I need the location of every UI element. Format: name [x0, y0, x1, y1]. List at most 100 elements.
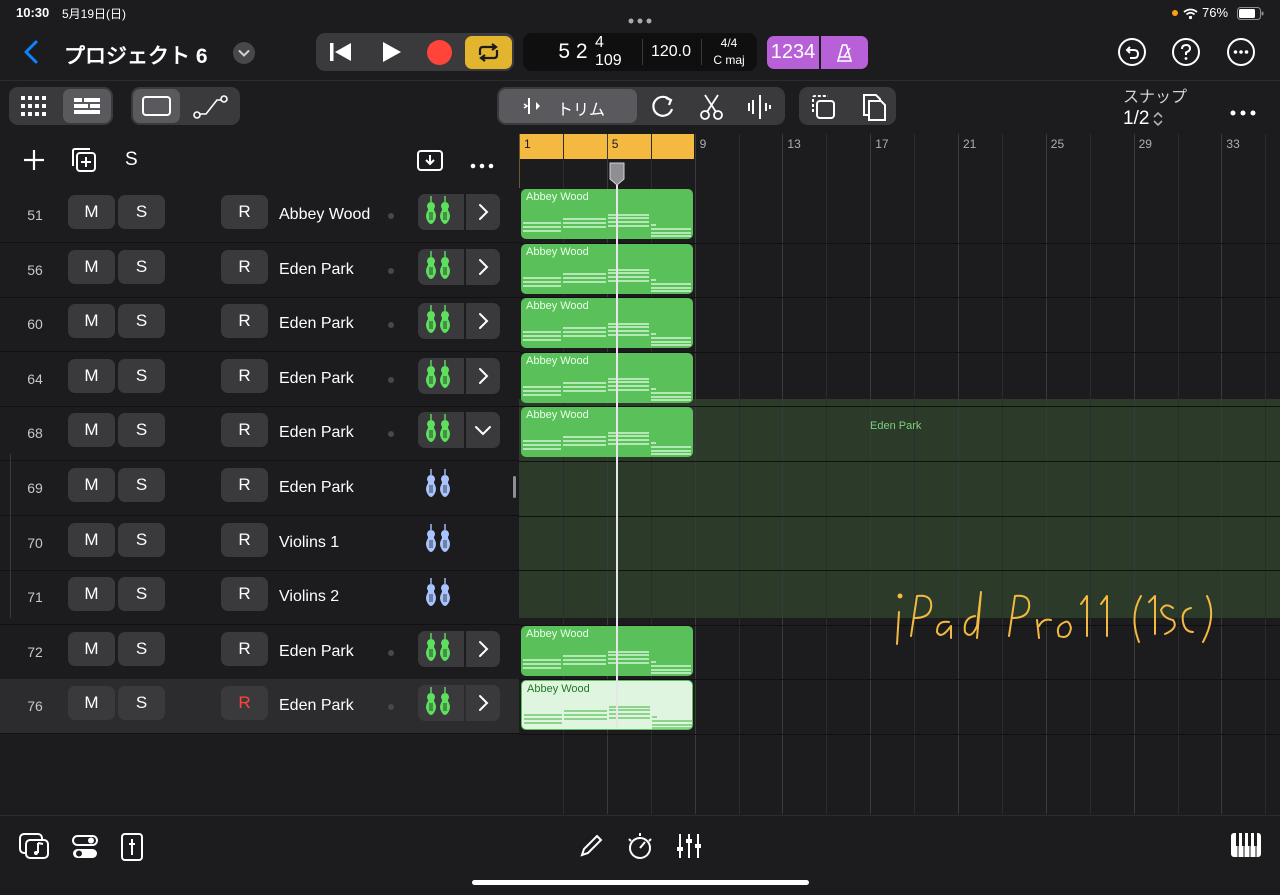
violin-instrument-icon[interactable] — [418, 576, 464, 612]
record-icon[interactable] — [427, 40, 452, 65]
track-row[interactable]: 76 M S R Eden Park — [0, 679, 519, 735]
solo-button[interactable]: S — [118, 413, 165, 448]
track-detail-chevron-icon[interactable] — [466, 248, 500, 285]
solo-button[interactable]: S — [118, 522, 165, 557]
track-name[interactable]: Violins 1 — [279, 516, 339, 570]
midi-region[interactable]: Abbey Wood — [521, 407, 693, 458]
lcd-display[interactable]: 5 2 4 109 120.0 4/4 C maj — [523, 33, 757, 71]
global-solo-button[interactable]: S — [125, 149, 138, 171]
browser-icon[interactable] — [18, 832, 50, 865]
snap-value-selector[interactable]: 1/2 — [1123, 108, 1149, 130]
solo-button[interactable]: S — [118, 577, 165, 612]
automation-curve-icon[interactable] — [192, 94, 230, 125]
track-row[interactable]: 51 M S R Abbey Wood — [0, 188, 519, 243]
mute-button[interactable]: M — [68, 468, 115, 502]
track-row[interactable]: 56 M S R Eden Park — [0, 243, 519, 298]
solo-button[interactable]: S — [118, 686, 165, 721]
record-enable-button[interactable]: R — [221, 468, 268, 502]
add-track-icon[interactable] — [22, 148, 46, 177]
mute-button[interactable]: M — [68, 631, 115, 666]
folder-collapse-chevron-icon[interactable] — [466, 412, 500, 449]
solo-button[interactable]: S — [118, 249, 165, 284]
track-header-more-icon[interactable] — [470, 157, 494, 175]
violin-instrument-icon[interactable] — [418, 194, 464, 230]
violin-instrument-icon[interactable] — [418, 357, 464, 394]
loop-tool-icon[interactable] — [648, 93, 678, 126]
track-name[interactable]: Eden Park — [279, 625, 354, 679]
violin-instrument-icon[interactable] — [418, 685, 464, 722]
mute-button[interactable]: M — [68, 358, 115, 393]
split-at-playhead-icon[interactable] — [745, 92, 775, 127]
import-icon[interactable] — [416, 147, 444, 178]
record-enable-button[interactable]: R — [221, 358, 268, 393]
record-enable-button[interactable]: R — [221, 413, 268, 448]
track-row[interactable]: 72 M S R Eden Park — [0, 625, 519, 680]
midi-region[interactable]: Abbey Wood — [521, 189, 693, 239]
copy-region-icon[interactable] — [809, 92, 839, 127]
track-detail-chevron-icon[interactable] — [466, 630, 500, 667]
undo-icon[interactable] — [1117, 37, 1147, 72]
playhead-line[interactable] — [616, 178, 618, 728]
track-name[interactable]: Eden Park — [279, 461, 354, 515]
solo-button[interactable]: S — [118, 631, 165, 666]
track-name[interactable]: Eden Park — [279, 406, 354, 460]
record-enable-button[interactable]: R — [221, 577, 268, 612]
track-row[interactable]: 70 M S R Violins 1 — [0, 516, 519, 571]
track-row[interactable]: 60 M S R Eden Park — [0, 297, 519, 353]
scissors-icon[interactable] — [697, 92, 727, 127]
home-indicator[interactable] — [472, 880, 809, 885]
solo-button[interactable]: S — [118, 468, 165, 502]
go-to-beginning-icon[interactable] — [327, 40, 355, 69]
track-name[interactable]: Eden Park — [279, 297, 354, 351]
track-row[interactable]: 71 M S R Violins 2 — [0, 570, 519, 626]
solo-button[interactable]: S — [118, 358, 165, 393]
track-list-scrollbar[interactable] — [513, 476, 516, 498]
live-loops-grid-icon[interactable] — [21, 96, 47, 121]
record-enable-button[interactable]: R — [221, 249, 268, 284]
track-row[interactable]: 68 M S R Eden Park — [0, 406, 519, 462]
mute-button[interactable]: M — [68, 413, 115, 448]
midi-region[interactable]: Abbey Wood — [521, 680, 693, 731]
pencil-icon[interactable] — [578, 833, 604, 864]
mute-button[interactable]: M — [68, 195, 115, 229]
cycle-icon[interactable] — [465, 36, 512, 69]
playhead-handle[interactable] — [608, 161, 626, 192]
project-menu-chevron-icon[interactable] — [233, 42, 255, 64]
smart-controls-icon[interactable] — [625, 831, 655, 866]
track-name[interactable]: Eden Park — [279, 352, 354, 406]
track-detail-chevron-icon[interactable] — [466, 357, 500, 394]
multitasking-dots-icon[interactable] — [628, 11, 652, 24]
violin-instrument-icon[interactable] — [418, 412, 464, 449]
ruler[interactable] — [519, 134, 1280, 188]
metronome-icon[interactable] — [821, 36, 868, 69]
track-row[interactable]: 64 M S R Eden Park — [0, 352, 519, 407]
track-row[interactable]: 69 M S R Eden Park — [0, 461, 519, 516]
tracks-view-button[interactable] — [63, 89, 111, 123]
midi-region[interactable]: Abbey Wood — [521, 625, 693, 676]
mute-button[interactable]: M — [68, 577, 115, 612]
track-detail-chevron-icon[interactable] — [466, 194, 500, 230]
track-name[interactable]: Eden Park — [279, 679, 354, 733]
inspector-toggle-icon[interactable] — [71, 833, 99, 866]
record-enable-button[interactable]: R — [221, 195, 268, 229]
region-view-button[interactable] — [133, 89, 180, 123]
editor-toggle-icon[interactable] — [120, 832, 144, 867]
track-detail-chevron-icon[interactable] — [466, 685, 500, 722]
record-enable-button[interactable]: R — [221, 304, 268, 339]
midi-region[interactable]: Abbey Wood — [521, 298, 693, 349]
keyboard-icon[interactable] — [1230, 832, 1262, 863]
duplicate-track-icon[interactable] — [70, 146, 98, 179]
snap-stepper-icon[interactable] — [1152, 110, 1164, 133]
track-name[interactable]: Abbey Wood — [279, 188, 370, 242]
violin-instrument-icon[interactable] — [418, 248, 464, 285]
trim-tool-button[interactable]: トリム — [499, 89, 637, 123]
violin-instrument-icon[interactable] — [418, 303, 464, 340]
project-title[interactable]: プロジェクト 6 — [64, 40, 208, 70]
midi-region[interactable]: Abbey Wood — [521, 352, 693, 403]
mute-button[interactable]: M — [68, 686, 115, 721]
paste-icon[interactable] — [858, 91, 888, 128]
more-icon[interactable] — [1226, 37, 1256, 72]
record-enable-button[interactable]: R — [221, 631, 268, 666]
count-in-button[interactable]: 1234 — [767, 36, 819, 69]
mute-button[interactable]: M — [68, 304, 115, 339]
